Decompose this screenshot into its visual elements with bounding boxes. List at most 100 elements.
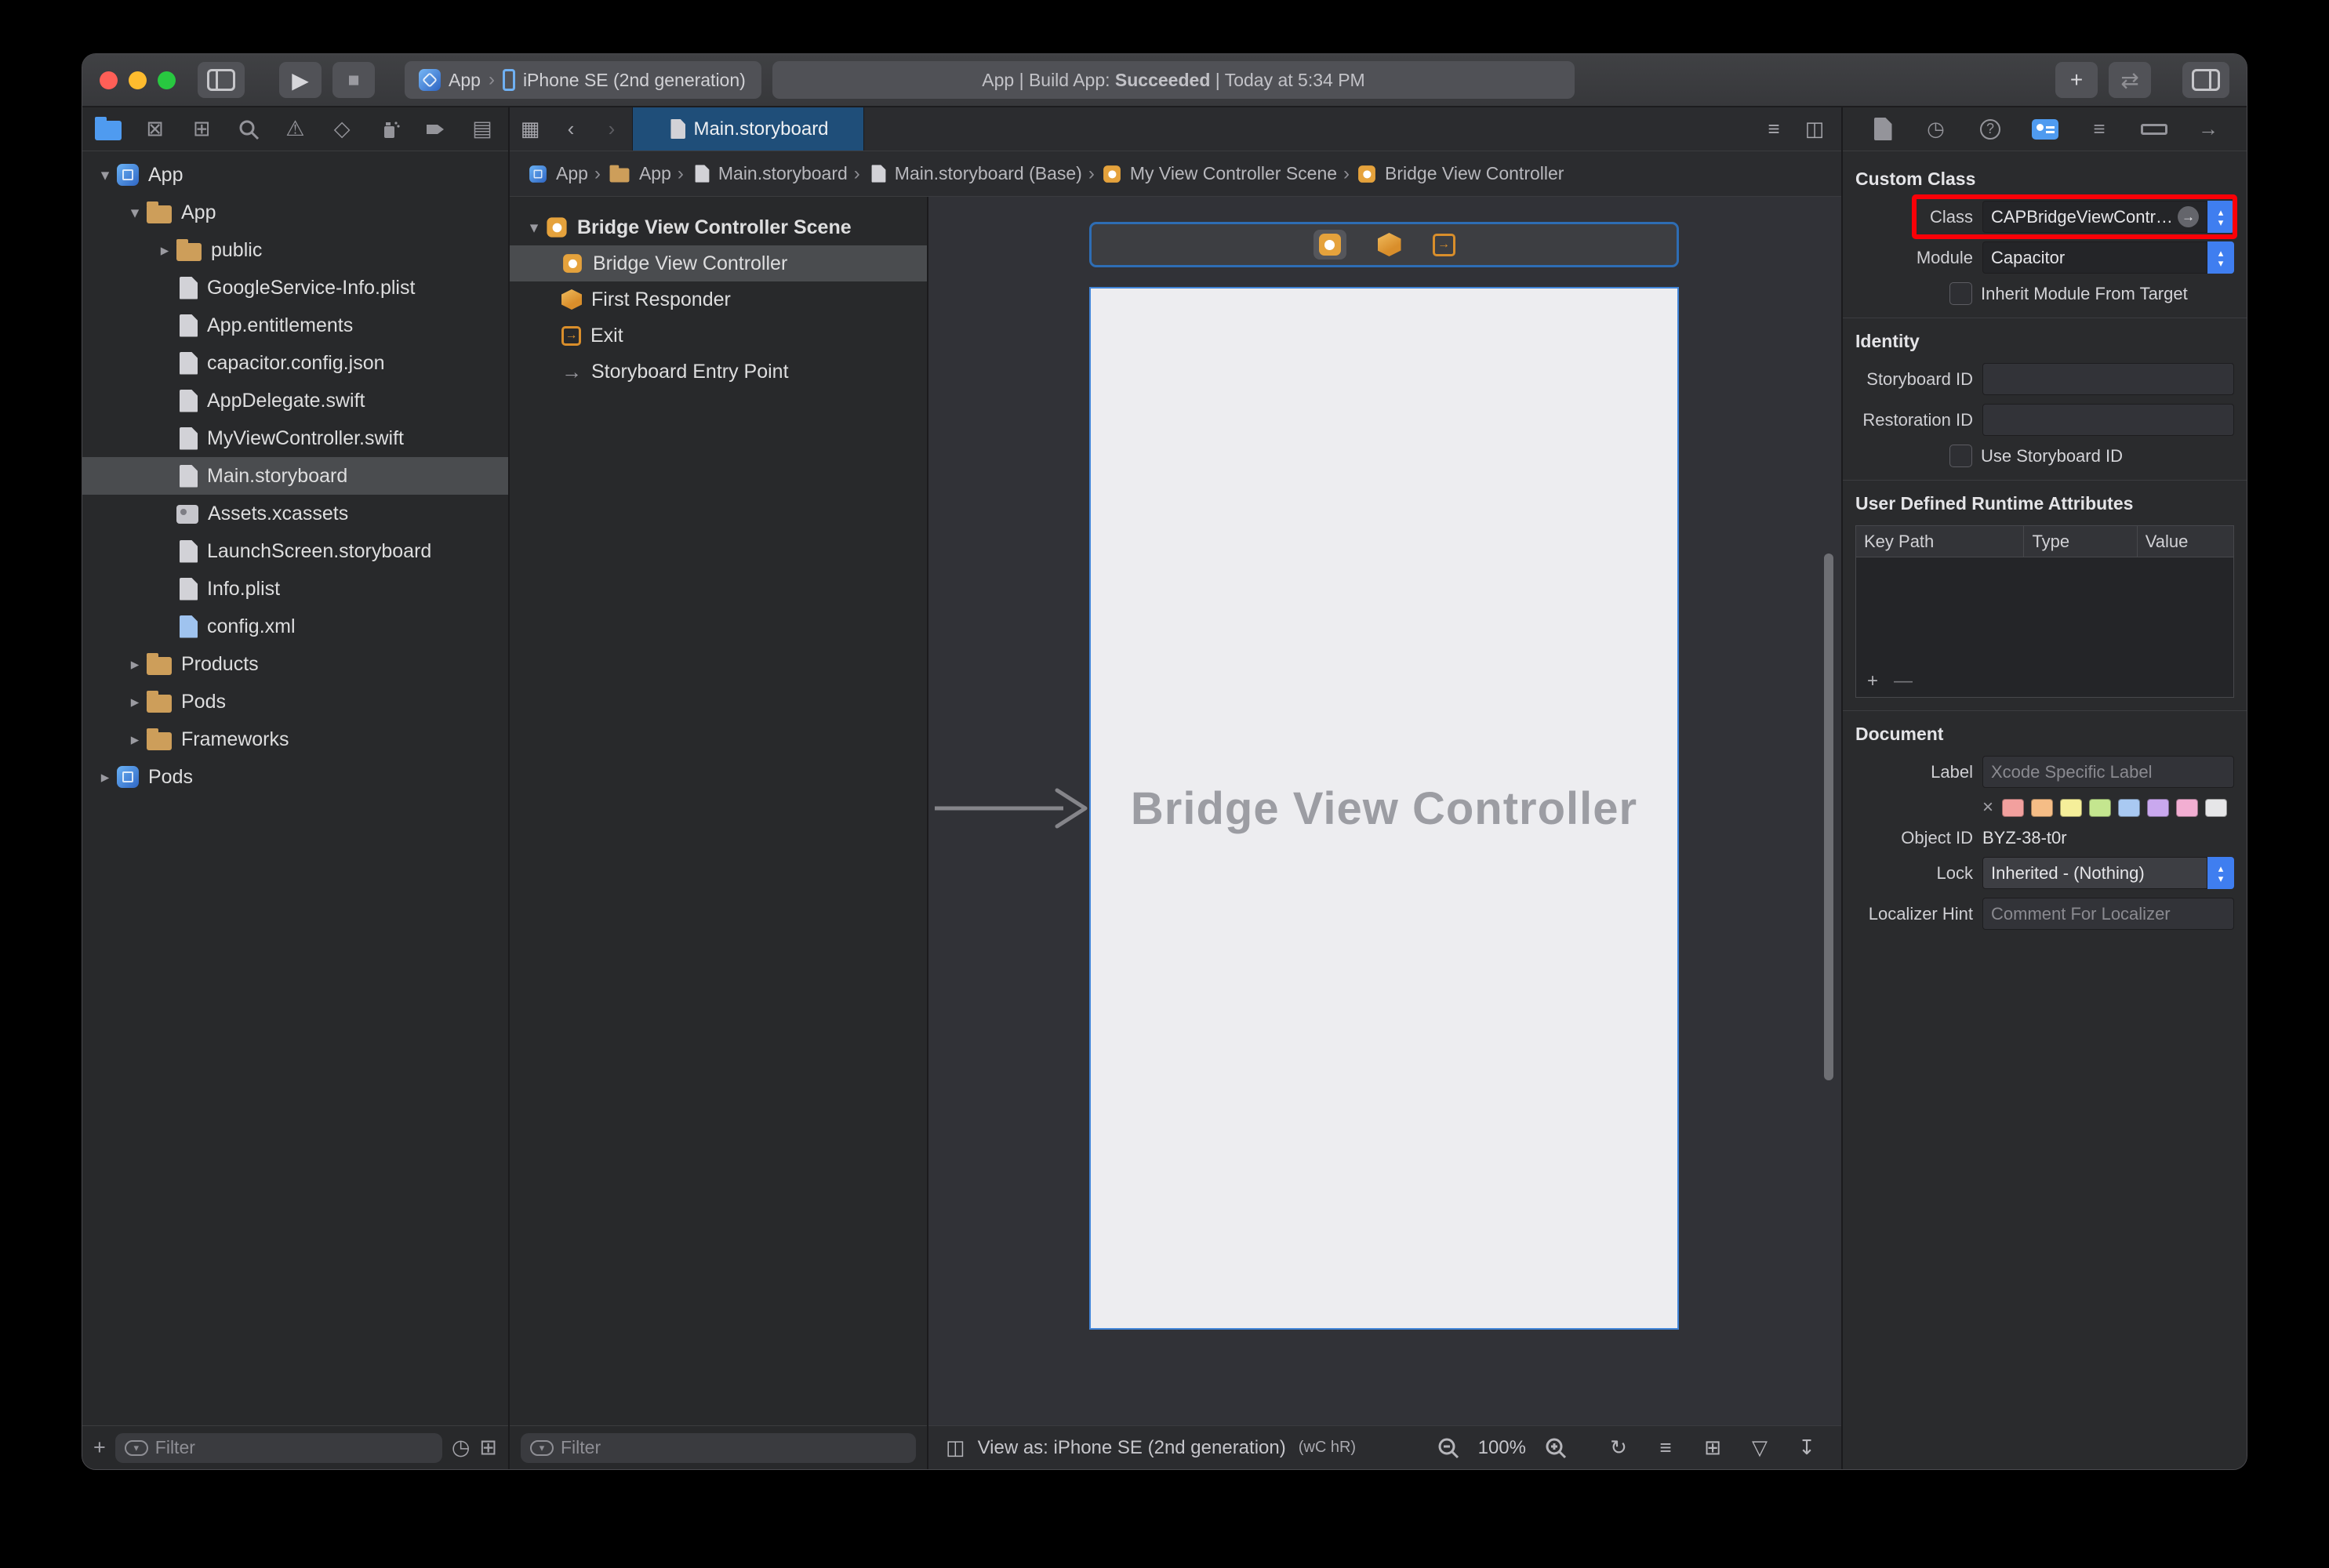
- library-button[interactable]: +: [2055, 62, 2098, 98]
- color-swatch[interactable]: [2060, 799, 2082, 817]
- disclosure-triangle-icon[interactable]: ▾: [123, 203, 147, 223]
- disclosure-triangle-icon[interactable]: ▸: [153, 241, 176, 260]
- color-swatch[interactable]: [2089, 799, 2111, 817]
- class-field[interactable]: CAPBridgeViewControl… →: [1982, 201, 2207, 233]
- outline-row[interactable]: First Responder: [510, 281, 927, 318]
- inherit-module-checkbox[interactable]: [1949, 282, 1972, 305]
- file-tree-row[interactable]: ▾App: [82, 194, 508, 231]
- add-constraints-icon[interactable]: ⊞: [1695, 1436, 1730, 1460]
- update-frames-icon[interactable]: ↻: [1601, 1436, 1636, 1460]
- file-tree-row[interactable]: GoogleService-Info.plist: [82, 269, 508, 307]
- color-swatch[interactable]: [2031, 799, 2053, 817]
- zoom-out-icon[interactable]: [1431, 1436, 1466, 1460]
- scene-header-row[interactable]: ▾ Bridge View Controller Scene: [510, 209, 927, 245]
- column-header[interactable]: Value: [2138, 526, 2233, 557]
- related-items-icon[interactable]: ▦: [510, 107, 550, 151]
- column-header[interactable]: Key Path: [1856, 526, 2024, 557]
- find-navigator-icon[interactable]: [229, 112, 268, 147]
- issue-navigator-icon[interactable]: ⚠: [276, 112, 315, 147]
- color-swatch[interactable]: [2002, 799, 2024, 817]
- identity-inspector-icon[interactable]: [2027, 112, 2063, 147]
- history-inspector-icon[interactable]: ◷: [1918, 112, 1954, 147]
- breadcrumb[interactable]: Main.storyboard: [690, 162, 848, 185]
- class-dropdown-stepper[interactable]: ▴▾: [2207, 201, 2234, 233]
- connections-inspector-icon[interactable]: →: [2190, 112, 2226, 147]
- add-attribute-button[interactable]: +: [1867, 670, 1878, 692]
- storyboard-entry-arrow[interactable]: [933, 781, 1090, 836]
- quick-help-inspector-icon[interactable]: ?: [1972, 112, 2008, 147]
- symbol-navigator-icon[interactable]: ⊞: [182, 112, 221, 147]
- file-tree-row[interactable]: ▸Frameworks: [82, 720, 508, 758]
- back-button[interactable]: ‹: [550, 107, 591, 151]
- recent-files-filter-icon[interactable]: ◷: [452, 1436, 471, 1460]
- remove-attribute-button[interactable]: —: [1894, 670, 1913, 692]
- outline-row[interactable]: →Exit: [510, 318, 927, 354]
- embed-icon[interactable]: ↧: [1789, 1436, 1824, 1460]
- color-swatch[interactable]: [2118, 799, 2140, 817]
- scheme-selector[interactable]: App › iPhone SE (2nd generation): [405, 61, 761, 99]
- storyboard-id-field[interactable]: [1982, 363, 2234, 395]
- file-tree-row[interactable]: Info.plist: [82, 570, 508, 608]
- file-tree-row[interactable]: ▾App: [82, 156, 508, 194]
- module-dropdown-stepper[interactable]: ▴▾: [2207, 241, 2234, 274]
- file-tree-row[interactable]: config.xml: [82, 608, 508, 645]
- color-swatch[interactable]: [2176, 799, 2198, 817]
- canvas-area[interactable]: → Bridge View Controller: [928, 197, 1841, 1425]
- lock-dropdown-stepper[interactable]: ▴▾: [2207, 857, 2234, 889]
- file-tree-row[interactable]: LaunchScreen.storyboard: [82, 532, 508, 570]
- exit-segue-icon[interactable]: →: [1433, 234, 1455, 256]
- file-tree-row[interactable]: MyViewController.swift: [82, 419, 508, 457]
- outline-filter-field[interactable]: ▾ Filter: [521, 1433, 916, 1463]
- view-as-label[interactable]: View as: iPhone SE (2nd generation): [978, 1437, 1286, 1459]
- restoration-id-field[interactable]: [1982, 404, 2234, 436]
- navigator-filter-field[interactable]: ▾ Filter: [115, 1433, 442, 1463]
- column-header[interactable]: Type: [2024, 526, 2137, 557]
- disclosure-triangle-icon[interactable]: ▾: [522, 218, 546, 238]
- breadcrumb[interactable]: App: [527, 163, 588, 185]
- editor-options-button[interactable]: ⇄: [2109, 62, 2151, 98]
- vertical-scrollbar[interactable]: [1824, 554, 1833, 1080]
- first-responder-cube-icon[interactable]: [1378, 233, 1401, 256]
- activity-status[interactable]: App | Build App: Succeeded | Today at 5:…: [772, 61, 1575, 99]
- breadcrumb[interactable]: App: [607, 163, 671, 184]
- debug-navigator-icon[interactable]: [369, 112, 409, 147]
- report-navigator-icon[interactable]: ▤: [463, 112, 502, 147]
- file-tree-row-selected[interactable]: Main.storyboard: [82, 457, 508, 495]
- label-field[interactable]: Xcode Specific Label: [1982, 756, 2234, 788]
- device-preview-icon[interactable]: ◫: [946, 1436, 965, 1460]
- disclosure-triangle-icon[interactable]: ▸: [123, 655, 147, 674]
- attributes-inspector-icon[interactable]: ≡: [2081, 112, 2117, 147]
- table-body-empty[interactable]: [1856, 557, 2233, 666]
- file-tree-row[interactable]: ▸Products: [82, 645, 508, 683]
- breadcrumb[interactable]: Bridge View Controller: [1356, 163, 1564, 185]
- close-window-button[interactable]: [100, 71, 118, 89]
- outline-row[interactable]: →Storyboard Entry Point: [510, 354, 927, 390]
- file-inspector-icon[interactable]: [1863, 112, 1899, 147]
- view-controller-scene[interactable]: → Bridge View Controller: [1089, 222, 1679, 1330]
- stop-button[interactable]: ■: [332, 62, 375, 98]
- jump-to-class-icon[interactable]: →: [2178, 206, 2199, 227]
- disclosure-triangle-icon[interactable]: ▸: [123, 692, 147, 712]
- disclosure-triangle-icon[interactable]: ▾: [93, 165, 117, 185]
- localizer-hint-field[interactable]: Comment For Localizer: [1982, 898, 2234, 930]
- zoom-level-label[interactable]: 100%: [1478, 1437, 1526, 1459]
- zoom-in-icon[interactable]: [1539, 1436, 1573, 1460]
- disclosure-triangle-icon[interactable]: ▸: [93, 768, 117, 787]
- zoom-window-button[interactable]: [158, 71, 176, 89]
- file-tree-row[interactable]: capacitor.config.json: [82, 344, 508, 382]
- view-controller-dock-item[interactable]: [1313, 230, 1346, 260]
- breadcrumb[interactable]: Main.storyboard (Base): [867, 162, 1082, 185]
- lock-dropdown[interactable]: Inherited - (Nothing): [1982, 857, 2207, 889]
- clear-color-button[interactable]: ×: [1982, 797, 1993, 818]
- tab-main-storyboard[interactable]: Main.storyboard: [632, 107, 864, 151]
- color-swatch[interactable]: [2147, 799, 2169, 817]
- align-icon[interactable]: ≡: [1648, 1436, 1683, 1460]
- toggle-right-sidebar-button[interactable]: [2182, 62, 2229, 98]
- source-control-navigator-icon[interactable]: ⊠: [136, 112, 175, 147]
- file-tree-row[interactable]: Assets.xcassets: [82, 495, 508, 532]
- breakpoint-navigator-icon[interactable]: [416, 112, 455, 147]
- adjust-editor-icon[interactable]: ≡: [1753, 107, 1794, 151]
- file-tree-row[interactable]: AppDelegate.swift: [82, 382, 508, 419]
- minimize-window-button[interactable]: [129, 71, 147, 89]
- use-storyboard-id-checkbox[interactable]: [1949, 445, 1972, 467]
